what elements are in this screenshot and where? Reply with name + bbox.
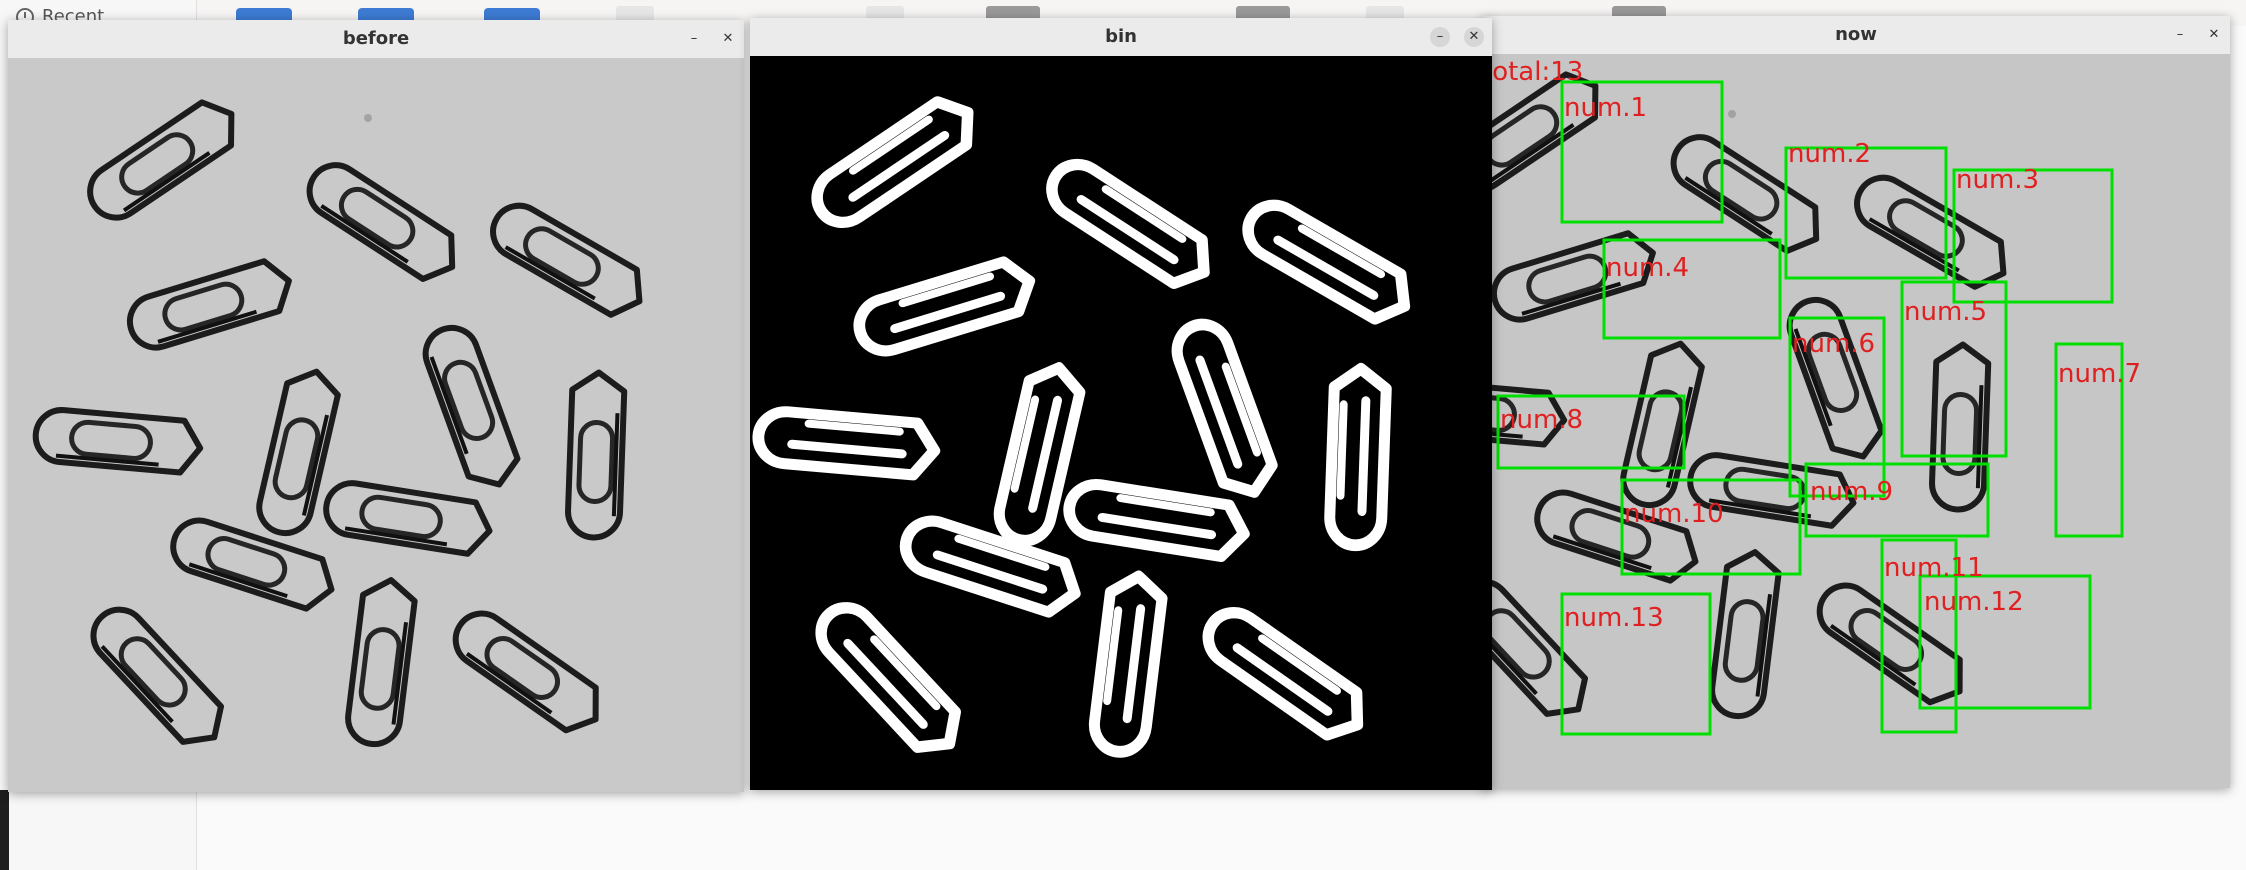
detection-label: num.7 xyxy=(2058,359,2141,389)
paperclip-shape xyxy=(853,256,1036,357)
paperclip-shape xyxy=(1171,318,1278,498)
window-title: before xyxy=(342,28,410,49)
detection-label: num.8 xyxy=(1500,405,1583,435)
detection-label: num.11 xyxy=(1884,553,1984,583)
paperclip-shape xyxy=(899,515,1081,618)
close-button[interactable]: ✕ xyxy=(718,29,738,49)
detection-label: num.12 xyxy=(1924,587,2024,617)
window-bin[interactable]: bin – ✕ xyxy=(750,18,1492,790)
minimize-button[interactable]: – xyxy=(1430,27,1450,47)
close-button[interactable]: ✕ xyxy=(2204,25,2224,45)
paperclip-shape xyxy=(1088,570,1168,758)
binary-image xyxy=(752,96,1411,758)
detection-label: num.1 xyxy=(1564,93,1647,123)
paperclip-shape xyxy=(1202,607,1364,741)
close-button[interactable]: ✕ xyxy=(1464,27,1484,47)
image-before xyxy=(8,58,744,792)
titlebar[interactable]: before – ✕ xyxy=(8,20,744,59)
titlebar[interactable]: now – ✕ xyxy=(1482,16,2230,55)
paperclip-shape xyxy=(815,602,961,753)
window-title: bin xyxy=(1105,26,1137,47)
paperclip-image xyxy=(8,58,744,792)
desktop-edge xyxy=(0,790,9,870)
paperclip-shape xyxy=(1046,158,1210,290)
detection-label: num.2 xyxy=(1788,139,1871,169)
paperclip-shape xyxy=(1242,199,1411,325)
window-title: now xyxy=(1835,24,1877,45)
paperclip-shape xyxy=(1063,479,1250,562)
window-now[interactable]: now – ✕ total:13 num.1 num.2 num.3 num.4 num.… xyxy=(1482,16,2230,788)
window-before[interactable]: before – ✕ xyxy=(8,20,744,792)
detection-label: num.3 xyxy=(1956,165,2039,195)
paperclip-shape xyxy=(1324,362,1392,552)
detection-label: num.5 xyxy=(1904,297,1987,327)
titlebar[interactable]: bin – ✕ xyxy=(750,18,1492,57)
detection-label: num.9 xyxy=(1810,477,1893,507)
image-binary xyxy=(750,56,1492,790)
detection-label: num.13 xyxy=(1564,603,1664,633)
detection-label: num.6 xyxy=(1792,329,1875,359)
image-now: total:13 num.1 num.2 num.3 num.4 num.5 num.6 nu… xyxy=(1482,54,2230,788)
minimize-button[interactable]: – xyxy=(684,29,704,49)
paperclip-shape xyxy=(811,96,974,228)
detection-label: num.10 xyxy=(1624,499,1724,529)
minimize-button[interactable]: – xyxy=(2170,25,2190,45)
detection-label: num.4 xyxy=(1606,253,1689,283)
detection-image: total:13num.1num.2num.3num.4num.5num.6nu… xyxy=(1482,54,2230,788)
paperclip-shape xyxy=(752,406,941,481)
